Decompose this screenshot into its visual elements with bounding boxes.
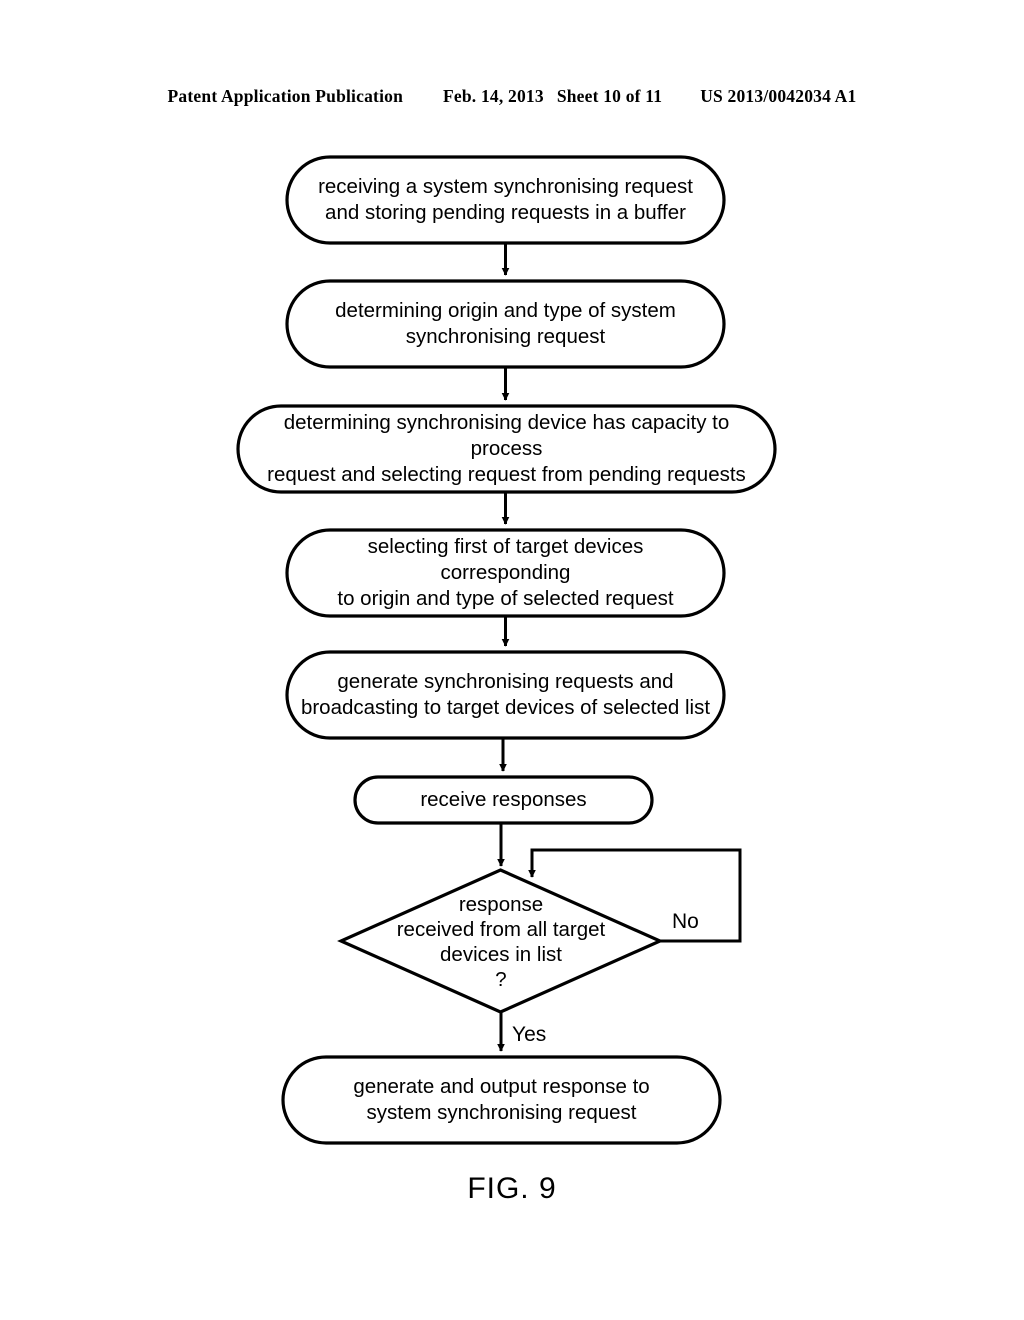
node-label-generate-broadcast: generate synchronising requests and broa…	[300, 670, 711, 719]
node-shape-determining-capacity	[236, 404, 777, 494]
figure-caption: FIG. 9	[467, 1172, 557, 1205]
node-shape-determining-origin-type	[285, 279, 726, 369]
node-shape-receiving-request	[285, 155, 726, 245]
node-label-determining-capacity: determining synchronising device has cap…	[267, 411, 746, 486]
node-label-receive-responses: receive responses	[420, 788, 587, 812]
header-date: Feb. 14, 2013	[443, 86, 544, 106]
connector-decision-no-loop	[528, 848, 742, 943]
edge-label-yes: Yes	[512, 1023, 547, 1046]
node-label-decision-all-responses: response received from all target device…	[396, 893, 606, 991]
node-label-selecting-first-target: selecting first of target devices corres…	[337, 535, 674, 610]
header-patent-number: US 2013/0042034 A1	[700, 86, 857, 106]
node-shape-decision-all-responses	[337, 868, 664, 1014]
node-label-determining-origin-type: determining origin and type of system sy…	[335, 299, 676, 348]
node-shape-receive-responses	[353, 775, 654, 825]
patent-figure-page: Patent Application Publication Feb. 14, …	[0, 0, 1024, 1320]
header-sheet: Sheet 10 of 11	[556, 86, 663, 106]
node-label-generate-output-response: generate and output response to system s…	[353, 1075, 650, 1124]
publication-header: Patent Application Publication Feb. 14, …	[0, 86, 1024, 112]
edge-label-no: No	[672, 910, 699, 933]
header-publication-title: Patent Application Publication	[167, 86, 404, 106]
node-shape-generate-broadcast	[285, 650, 726, 740]
node-shape-selecting-first-target	[285, 528, 726, 618]
node-shape-generate-output-response	[281, 1055, 722, 1145]
flowchart-canvas	[236, 155, 777, 1145]
node-label-receiving-request: receiving a system synchronising request…	[318, 175, 693, 224]
